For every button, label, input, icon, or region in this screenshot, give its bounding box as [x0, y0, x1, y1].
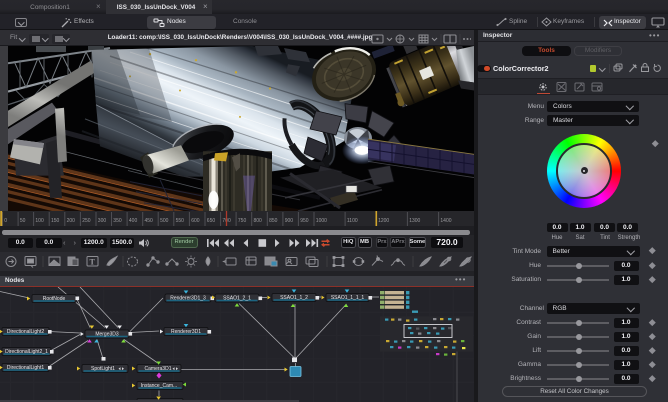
svg-text:250: 250 — [82, 218, 91, 224]
svg-text:200: 200 — [67, 218, 76, 224]
svg-text:1000: 1000 — [316, 218, 327, 224]
svg-text:SpotLight1: SpotLight1 — [91, 366, 115, 372]
svg-text:350: 350 — [113, 218, 122, 224]
svg-text:550: 550 — [176, 218, 185, 224]
svg-text:SSAO1_2_1: SSAO1_2_1 — [223, 295, 251, 301]
svg-text:300: 300 — [98, 218, 107, 224]
svg-text:SSAO1_1_1_1: SSAO1_1_1_1 — [331, 295, 365, 301]
svg-text:400: 400 — [129, 218, 138, 224]
svg-text:DirectionalLight2_1: DirectionalLight2_1 — [5, 349, 48, 355]
svg-text:Renderer3D1_3: Renderer3D1_3 — [170, 295, 206, 301]
svg-text:100: 100 — [35, 218, 44, 224]
svg-text:950: 950 — [300, 218, 309, 224]
svg-text:800: 800 — [254, 218, 263, 224]
svg-text:600: 600 — [191, 218, 200, 224]
svg-text:1400: 1400 — [440, 218, 451, 224]
svg-text:0: 0 — [4, 218, 7, 224]
svg-text:Instance_Cam...: Instance_Cam... — [141, 383, 177, 389]
svg-text:Renderer3D1: Renderer3D1 — [171, 329, 201, 335]
svg-text:50: 50 — [20, 218, 26, 224]
svg-text:1100: 1100 — [347, 218, 358, 224]
svg-text:450: 450 — [145, 218, 154, 224]
svg-text:1300: 1300 — [409, 218, 420, 224]
svg-text:500: 500 — [160, 218, 169, 224]
svg-text:RootNode: RootNode — [43, 296, 66, 302]
svg-text:650: 650 — [207, 218, 216, 224]
svg-text:DirectionalLight1: DirectionalLight1 — [7, 365, 44, 371]
svg-text:850: 850 — [269, 218, 278, 224]
svg-text:DirectionalLight2: DirectionalLight2 — [7, 329, 44, 335]
svg-text:Merge3D3: Merge3D3 — [95, 331, 119, 337]
svg-text:750: 750 — [238, 218, 247, 224]
svg-text:Camera3D1: Camera3D1 — [145, 366, 172, 372]
svg-text:150: 150 — [51, 218, 60, 224]
svg-text:SSAO1_1_2: SSAO1_1_2 — [280, 295, 308, 301]
svg-text:T: T — [90, 258, 96, 267]
svg-text:900: 900 — [285, 218, 294, 224]
svg-text:1200: 1200 — [378, 218, 389, 224]
